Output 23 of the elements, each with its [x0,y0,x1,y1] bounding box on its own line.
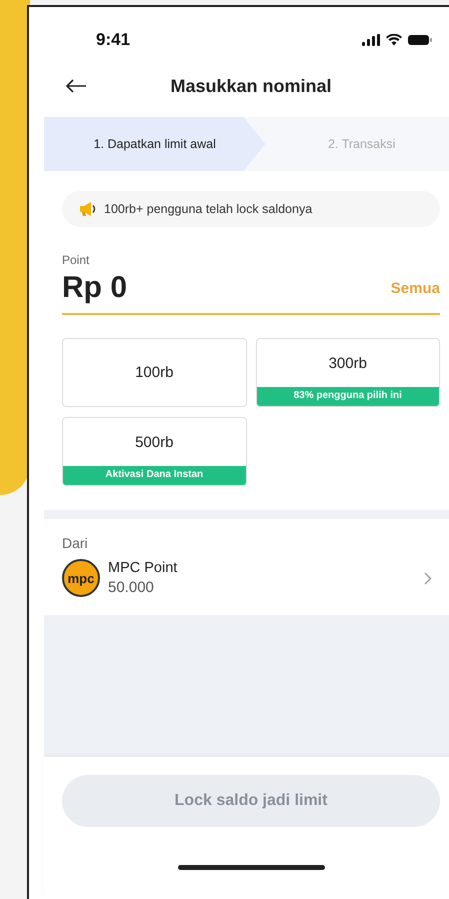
status-time: 9:41 [96,30,130,50]
amount-option[interactable]: 300rb 83% pengguna pilih ini [256,338,440,407]
amount-field[interactable]: Rp 0 Semua [62,267,440,315]
source-balance: 50.000 [108,579,155,596]
signal-icon [362,34,380,46]
mpc-logo: mpc [62,559,100,597]
option-amount: 500rb [134,432,174,452]
back-arrow-icon[interactable] [65,79,87,93]
option-tag: Aktivasi Dana Instan [63,466,246,485]
option-amount: 300rb [328,354,368,374]
amount-option[interactable]: 500rb Aktivasi Dana Instan [62,417,246,486]
step-tab[interactable]: 1. Dapatkan limit awal [44,117,266,171]
battery-icon [408,34,432,46]
source-label: Dari [62,535,89,551]
page-title: Masukkan nominal [170,76,332,96]
banner-text: 100rb+ pengguna telah lock saldonya [104,202,312,216]
source-name: MPC Point [108,560,178,576]
wifi-icon [386,34,402,46]
amount-label: Point [62,253,90,267]
chevron-right-icon [424,572,432,584]
option-tag: 83% pengguna pilih ini [256,387,439,406]
megaphone-icon [78,201,98,217]
amount-option[interactable]: 100rb [62,338,246,407]
